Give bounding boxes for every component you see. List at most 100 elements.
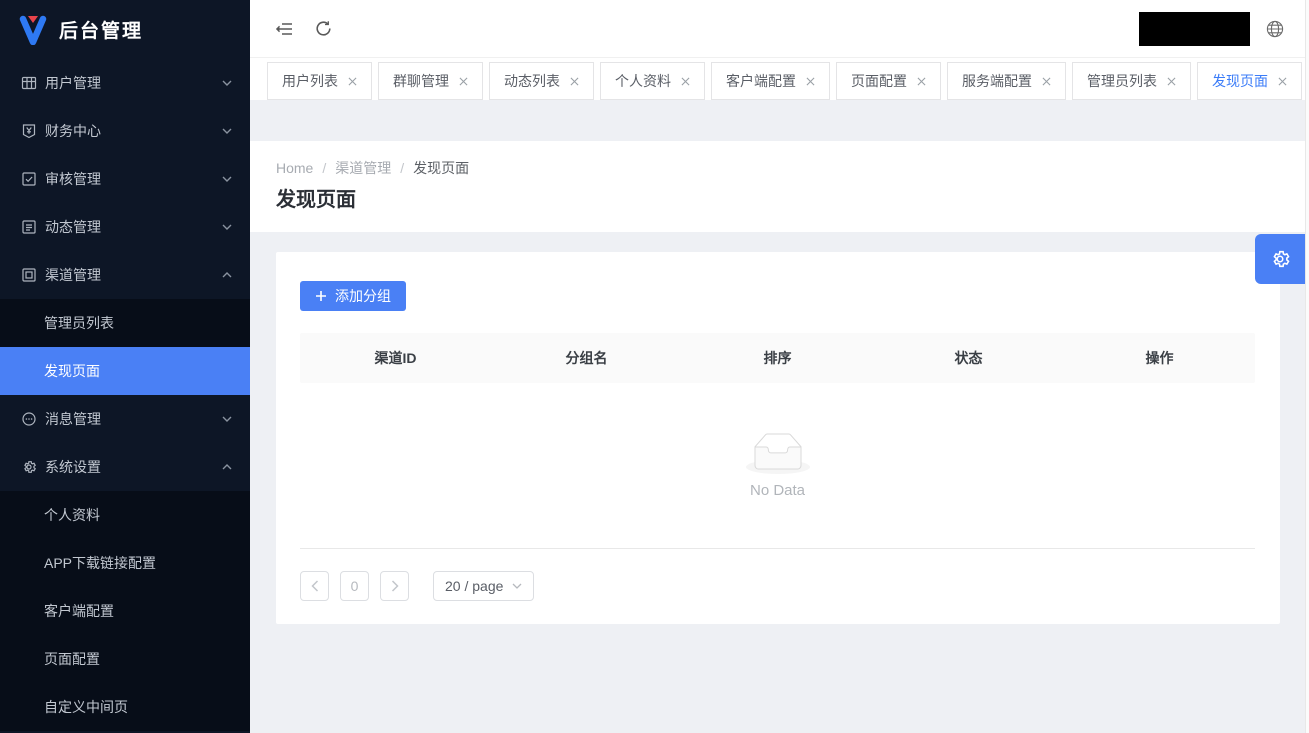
message-bubble-icon: [21, 411, 37, 427]
pagination-prev-button[interactable]: [300, 571, 329, 601]
tab-admin-list[interactable]: 管理员列表: [1072, 62, 1191, 100]
sidebar-item-user-management[interactable]: 用户管理: [0, 59, 250, 107]
sidebar-item-label: 管理员列表: [44, 313, 232, 333]
breadcrumb: Home / 渠道管理 / 发现页面: [276, 158, 1279, 178]
tab-personal-profile[interactable]: 个人资料: [600, 62, 705, 100]
reload-icon[interactable]: [315, 20, 332, 37]
column-header-actions: 操作: [1064, 348, 1255, 368]
channel-management-submenu: 管理员列表 发现页面: [0, 299, 250, 395]
content-card: 添加分组 渠道ID 分组名 排序 状态 操作 No Data: [276, 252, 1280, 624]
chevron-down-icon: [512, 583, 522, 589]
column-header-channel-id: 渠道ID: [300, 348, 491, 368]
tab-label: 管理员列表: [1087, 71, 1157, 91]
layout-box-icon: [21, 267, 37, 283]
main-area: 用户列表 群聊管理 动态列表 个人资料 客户端配置 页面配置 服务端配置 管理: [250, 0, 1305, 733]
sidebar-item-system-settings[interactable]: 系统设置: [0, 443, 250, 491]
tab-server-config[interactable]: 服务端配置: [947, 62, 1066, 100]
sidebar-menu: 用户管理 财务中心 审核管理 动态管理: [0, 59, 250, 731]
menu-fold-icon[interactable]: [275, 21, 293, 37]
breadcrumb-separator: /: [400, 158, 404, 178]
close-icon[interactable]: [1042, 77, 1051, 86]
tab-label: 发现页面: [1212, 71, 1268, 91]
sidebar-item-admin-list[interactable]: 管理员列表: [0, 299, 250, 347]
sidebar-item-app-download-link-config[interactable]: APP下载链接配置: [0, 539, 250, 587]
breadcrumb-current: 发现页面: [413, 158, 469, 178]
sidebar: 后台管理 用户管理 财务中心 审核管理: [0, 0, 250, 733]
app-logo-shield-icon: [19, 15, 47, 45]
page-size-label: 20 / page: [445, 578, 503, 594]
sidebar-item-label: 自定义中间页: [44, 697, 232, 717]
tab-group-chat-management[interactable]: 群聊管理: [378, 62, 483, 100]
tab-label: 客户端配置: [726, 71, 796, 91]
tab-client-config[interactable]: 客户端配置: [711, 62, 830, 100]
table-header-row: 渠道ID 分组名 排序 状态 操作: [300, 333, 1255, 383]
empty-state-text: No Data: [750, 482, 805, 499]
pagination: 0 20 / page: [300, 571, 1255, 601]
sidebar-item-channel-management[interactable]: 渠道管理: [0, 251, 250, 299]
close-icon[interactable]: [1278, 77, 1287, 86]
close-icon[interactable]: [459, 77, 468, 86]
sidebar-item-label: 动态管理: [45, 217, 222, 237]
tab-label: 服务端配置: [962, 71, 1032, 91]
sidebar-item-finance-center[interactable]: 财务中心: [0, 107, 250, 155]
sidebar-item-label: 发现页面: [44, 361, 232, 381]
close-icon[interactable]: [1167, 77, 1176, 86]
table-icon: [21, 75, 37, 91]
sidebar-item-label: 用户管理: [45, 73, 222, 93]
close-icon[interactable]: [570, 77, 579, 86]
gear-icon: [21, 459, 37, 475]
chevron-down-icon: [222, 80, 232, 86]
close-icon[interactable]: [348, 77, 357, 86]
pagination-next-button[interactable]: [380, 571, 409, 601]
globe-language-icon[interactable]: [1266, 20, 1284, 38]
sidebar-item-label: 渠道管理: [45, 265, 222, 285]
sidebar-item-dynamic-management[interactable]: 动态管理: [0, 203, 250, 251]
sidebar-item-label: 审核管理: [45, 169, 222, 189]
sidebar-item-custom-intermediate-page[interactable]: 自定义中间页: [0, 683, 250, 731]
chevron-down-icon: [222, 176, 232, 182]
column-header-status: 状态: [873, 348, 1064, 368]
page-size-select[interactable]: 20 / page: [433, 571, 534, 601]
tab-dynamic-list[interactable]: 动态列表: [489, 62, 594, 100]
app-title: 后台管理: [59, 16, 143, 43]
close-icon[interactable]: [917, 77, 926, 86]
app-logo-row: 后台管理: [0, 0, 250, 59]
theme-settings-button[interactable]: [1255, 234, 1305, 284]
sidebar-item-discover-page[interactable]: 发现页面: [0, 347, 250, 395]
chevron-down-icon: [222, 416, 232, 422]
sidebar-item-client-config[interactable]: 客户端配置: [0, 587, 250, 635]
chevron-down-icon: [222, 224, 232, 230]
top-header: [250, 0, 1305, 57]
user-account-box[interactable]: [1139, 12, 1250, 46]
sidebar-item-label: APP下载链接配置: [44, 553, 232, 573]
gear-icon: [1269, 248, 1291, 270]
scrollbar-track[interactable]: [1305, 0, 1309, 733]
system-settings-submenu: 个人资料 APP下载链接配置 客户端配置 页面配置 自定义中间页: [0, 491, 250, 731]
column-header-group-name: 分组名: [491, 348, 682, 368]
close-icon[interactable]: [681, 77, 690, 86]
pagination-page-number: 0: [351, 578, 359, 594]
tab-page-config[interactable]: 页面配置: [836, 62, 941, 100]
tab-user-list[interactable]: 用户列表: [267, 62, 372, 100]
chevron-up-icon: [222, 464, 232, 470]
column-header-sort: 排序: [682, 348, 873, 368]
tab-bar: 用户列表 群聊管理 动态列表 个人资料 客户端配置 页面配置 服务端配置 管理: [250, 57, 1305, 100]
sidebar-item-label: 个人资料: [44, 505, 232, 525]
add-group-button-label: 添加分组: [335, 286, 391, 306]
sidebar-item-personal-profile[interactable]: 个人资料: [0, 491, 250, 539]
tab-label: 个人资料: [615, 71, 671, 91]
tab-discover-page[interactable]: 发现页面: [1197, 62, 1302, 100]
sidebar-item-page-config[interactable]: 页面配置: [0, 635, 250, 683]
breadcrumb-separator: /: [322, 158, 326, 178]
plus-icon: [315, 290, 327, 302]
breadcrumb-home[interactable]: Home: [276, 158, 313, 178]
sidebar-item-audit-management[interactable]: 审核管理: [0, 155, 250, 203]
pagination-current-page: 0: [340, 571, 369, 601]
page-title: 发现页面: [276, 189, 1279, 212]
close-icon[interactable]: [806, 77, 815, 86]
sidebar-item-message-management[interactable]: 消息管理: [0, 395, 250, 443]
tab-label: 用户列表: [282, 71, 338, 91]
sidebar-item-label: 消息管理: [45, 409, 222, 429]
breadcrumb-channel-management[interactable]: 渠道管理: [335, 158, 391, 178]
add-group-button[interactable]: 添加分组: [300, 281, 406, 311]
